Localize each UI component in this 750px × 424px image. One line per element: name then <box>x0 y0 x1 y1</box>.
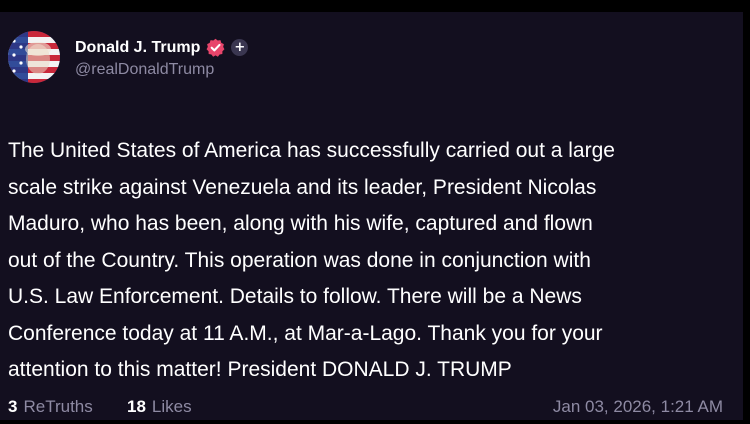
verified-badge-icon <box>206 38 225 57</box>
post-footer: 3 ReTruths 18 Likes Jan 03, 2026, 1:21 AM <box>8 397 723 419</box>
retruths-count: 3 <box>8 397 18 416</box>
author-display-name[interactable]: Donald J. Trump <box>75 39 200 57</box>
author-name-row: Donald J. Trump + <box>75 38 249 57</box>
author-handle[interactable]: @realDonaldTrump <box>75 61 214 79</box>
post-card: Donald J. Trump + @realDonaldTrump The U… <box>0 12 743 420</box>
post-body-line: The United States of America has success… <box>8 139 615 162</box>
post-body-line: out of the Country. This operation was d… <box>8 248 591 272</box>
author-avatar[interactable] <box>8 31 60 83</box>
american-flag-portrait-avatar <box>8 31 60 83</box>
post-body: The United States of America has success… <box>8 133 738 389</box>
post-body-line: Maduro, who has been, along with his wif… <box>8 212 593 235</box>
plus-icon[interactable]: + <box>231 39 249 56</box>
likes-count: 18 <box>127 397 146 416</box>
retruths-stat[interactable]: 3 ReTruths <box>8 397 93 417</box>
post-body-line: Conference today at 11 A.M., at Mar-a-La… <box>8 321 603 345</box>
post-body-line: U.S. Law Enforcement. Details to follow.… <box>8 285 582 308</box>
post-timestamp[interactable]: Jan 03, 2026, 1:21 AM <box>553 397 723 417</box>
likes-label: Likes <box>151 397 192 416</box>
retruths-label: ReTruths <box>23 397 93 416</box>
likes-stat[interactable]: 18 Likes <box>127 397 192 417</box>
post-body-line: attention to this matter! President DONA… <box>8 358 512 381</box>
post-body-line: scale strike against Venezuela and its l… <box>8 175 597 199</box>
